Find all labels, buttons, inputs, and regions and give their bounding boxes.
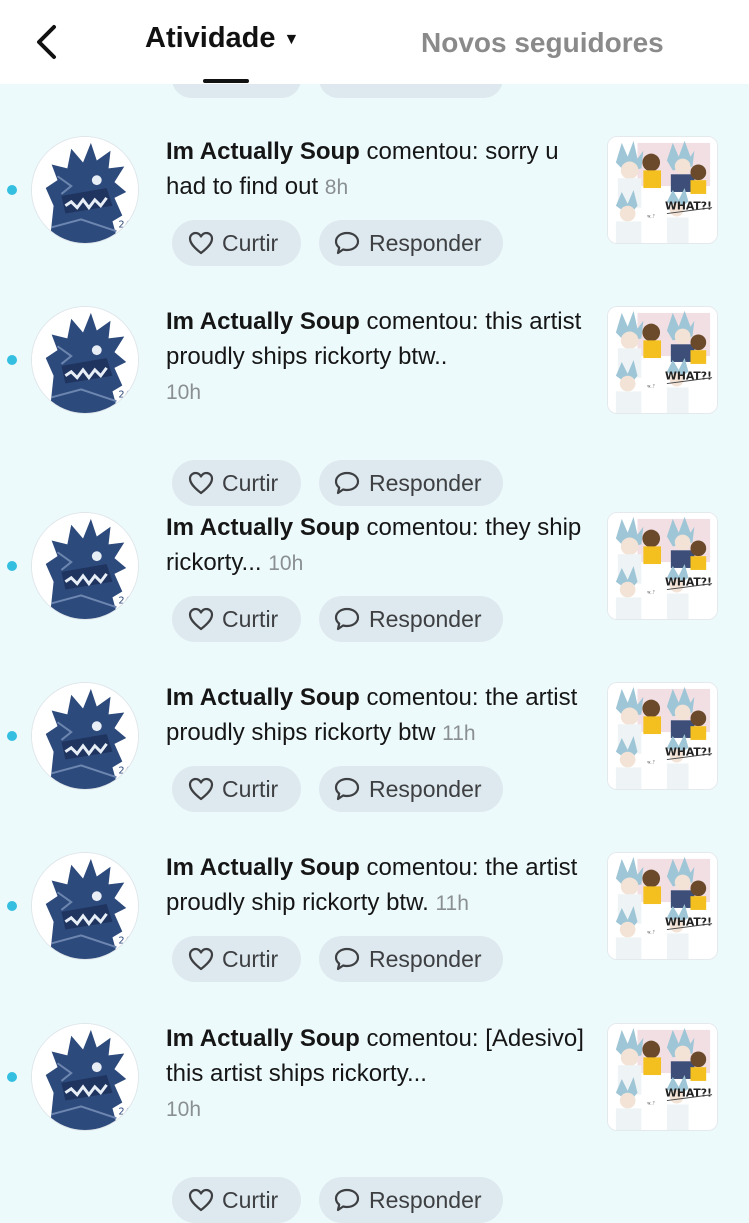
like-button[interactable]: Curtir bbox=[172, 596, 301, 642]
post-thumbnail[interactable]: WHAT?! w..? bbox=[607, 512, 718, 620]
comment-text[interactable]: Im Actually Soup comentou: [Adesivo] thi… bbox=[166, 1021, 586, 1127]
reply-button[interactable]: Responder bbox=[319, 766, 503, 812]
heart-icon bbox=[188, 1188, 214, 1212]
reply-button[interactable]: Responder bbox=[319, 936, 503, 982]
like-button[interactable]: Curtir bbox=[172, 766, 301, 812]
svg-text:24: 24 bbox=[118, 1106, 130, 1117]
heart-icon bbox=[188, 471, 214, 495]
post-thumbnail[interactable]: WHAT?! w..? bbox=[607, 136, 718, 244]
timestamp: 10h bbox=[268, 552, 304, 575]
avatar[interactable]: 24 bbox=[31, 1023, 139, 1131]
avatar[interactable]: 24 bbox=[31, 136, 139, 244]
username[interactable]: Im Actually Soup bbox=[166, 684, 360, 711]
reply-label: Responder bbox=[369, 229, 482, 256]
avatar[interactable]: 24 bbox=[31, 852, 139, 960]
heart-icon bbox=[188, 231, 214, 255]
unread-dot bbox=[7, 901, 17, 911]
tab-new-followers[interactable]: Novos seguidores bbox=[421, 27, 664, 59]
comment-bubble-icon bbox=[334, 1188, 360, 1212]
svg-text:w..?: w..? bbox=[647, 213, 654, 218]
timestamp: 8h bbox=[324, 176, 349, 199]
reply-button[interactable]: Responder bbox=[319, 460, 503, 506]
svg-text:24: 24 bbox=[118, 389, 130, 400]
comment-text[interactable]: Im Actually Soup comentou: the artist pr… bbox=[166, 850, 586, 921]
timestamp: 10h bbox=[166, 1098, 202, 1121]
caret-down-icon: ▼ bbox=[283, 30, 300, 48]
reply-button[interactable]: Responder bbox=[319, 596, 503, 642]
like-label: Curtir bbox=[222, 1186, 279, 1213]
like-label: Curtir bbox=[222, 229, 279, 256]
username[interactable]: Im Actually Soup bbox=[166, 1025, 360, 1052]
comment-bubble-icon bbox=[334, 231, 360, 255]
svg-text:24: 24 bbox=[118, 765, 130, 776]
username[interactable]: Im Actually Soup bbox=[166, 514, 360, 541]
timestamp: 10h bbox=[166, 381, 202, 404]
username[interactable]: Im Actually Soup bbox=[166, 138, 360, 165]
heart-icon bbox=[188, 777, 214, 801]
svg-text:24: 24 bbox=[118, 595, 130, 606]
reply-label: Responder bbox=[369, 469, 482, 496]
tab-activity[interactable]: Atividade ▼ bbox=[145, 22, 299, 55]
svg-text:w..?: w..? bbox=[647, 589, 654, 594]
comment-text[interactable]: Im Actually Soup comentou: the artist pr… bbox=[166, 680, 586, 751]
comment-bubble-icon bbox=[334, 947, 360, 971]
reply-label: Responder bbox=[369, 1186, 482, 1213]
unread-dot bbox=[7, 185, 17, 195]
like-button[interactable]: Curtir bbox=[172, 220, 301, 266]
post-thumbnail[interactable]: WHAT?! w..? bbox=[607, 1023, 718, 1131]
like-label: Curtir bbox=[222, 775, 279, 802]
comment-text[interactable]: Im Actually Soup comentou: sorry u had t… bbox=[166, 134, 586, 205]
tab-activity-label: Atividade bbox=[145, 22, 276, 54]
svg-text:w..?: w..? bbox=[647, 759, 654, 764]
like-label: Curtir bbox=[222, 945, 279, 972]
unread-dot bbox=[7, 561, 17, 571]
tab-fade-overlay bbox=[659, 20, 749, 70]
avatar[interactable]: 24 bbox=[31, 306, 139, 414]
username[interactable]: Im Actually Soup bbox=[166, 854, 360, 881]
username[interactable]: Im Actually Soup bbox=[166, 308, 360, 335]
timestamp: 11h bbox=[435, 892, 469, 915]
comment-text[interactable]: Im Actually Soup comentou: they ship ric… bbox=[166, 510, 586, 581]
svg-text:24: 24 bbox=[118, 219, 130, 230]
reply-button[interactable]: Responder bbox=[319, 1177, 503, 1223]
svg-text:w..?: w..? bbox=[647, 383, 654, 388]
like-button[interactable]: Curtir bbox=[172, 1177, 301, 1223]
comment-bubble-icon bbox=[334, 607, 360, 631]
svg-text:w..?: w..? bbox=[647, 929, 654, 934]
unread-dot bbox=[7, 731, 17, 741]
unread-dot bbox=[7, 355, 17, 365]
post-thumbnail[interactable]: WHAT?! w..? bbox=[607, 852, 718, 960]
svg-text:w..?: w..? bbox=[647, 1100, 654, 1105]
heart-icon bbox=[188, 947, 214, 971]
comment-bubble-icon bbox=[334, 471, 360, 495]
back-button[interactable] bbox=[26, 22, 66, 62]
heart-icon bbox=[188, 607, 214, 631]
active-tab-indicator bbox=[203, 79, 249, 83]
reply-button[interactable]: Responder bbox=[319, 220, 503, 266]
like-button[interactable]: Curtir bbox=[172, 936, 301, 982]
avatar[interactable]: 24 bbox=[31, 512, 139, 620]
reply-label: Responder bbox=[369, 605, 482, 632]
svg-text:24: 24 bbox=[118, 935, 130, 946]
like-label: Curtir bbox=[222, 469, 279, 496]
post-thumbnail[interactable]: WHAT?! w..? bbox=[607, 306, 718, 414]
post-thumbnail[interactable]: WHAT?! w..? bbox=[607, 682, 718, 790]
unread-dot bbox=[7, 1072, 17, 1082]
like-label: Curtir bbox=[222, 605, 279, 632]
timestamp: 11h bbox=[442, 722, 476, 745]
reply-label: Responder bbox=[369, 945, 482, 972]
like-button[interactable]: Curtir bbox=[172, 460, 301, 506]
reply-label: Responder bbox=[369, 775, 482, 802]
avatar[interactable]: 24 bbox=[31, 682, 139, 790]
comment-text[interactable]: Im Actually Soup comentou: this artist p… bbox=[166, 304, 586, 410]
top-bar: Atividade ▼ Novos seguidores bbox=[0, 0, 749, 84]
chevron-left-icon bbox=[37, 25, 56, 59]
comment-bubble-icon bbox=[334, 777, 360, 801]
